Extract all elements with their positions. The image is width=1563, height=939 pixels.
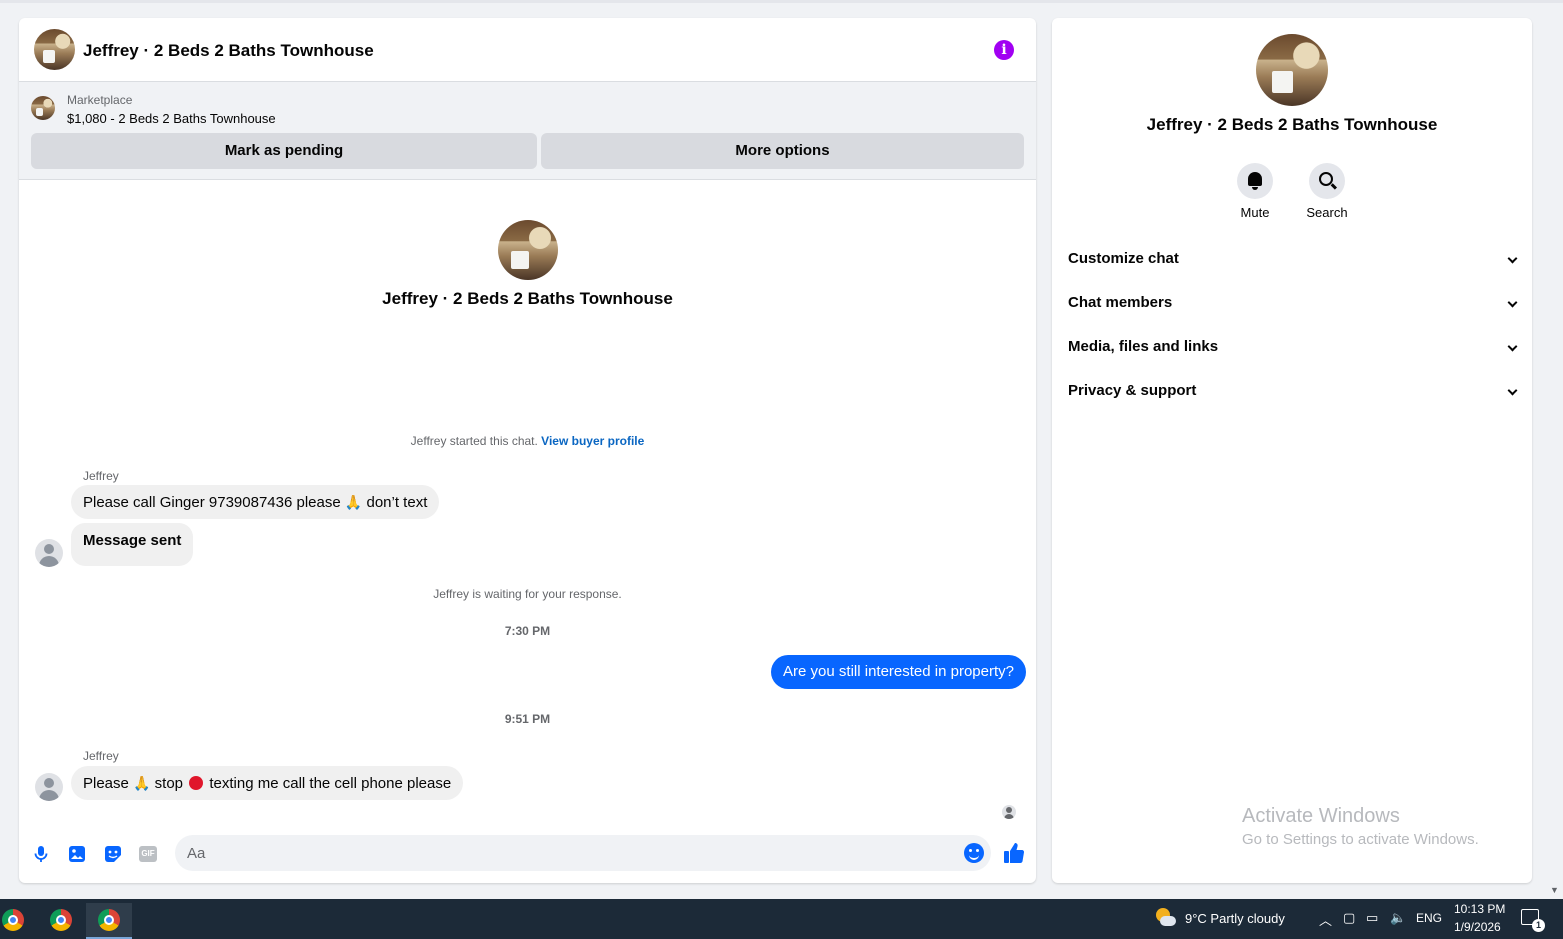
view-buyer-profile-link[interactable]: View buyer profile <box>541 434 644 448</box>
message-composer: GIF <box>19 828 1036 878</box>
chat-header: Jeffrey · 2 Beds 2 Baths Townhouse i <box>19 18 1036 82</box>
chevron-down-icon <box>1507 385 1518 396</box>
thumbs-up-icon[interactable] <box>1002 841 1026 865</box>
top-border <box>0 0 1563 3</box>
mute-button[interactable]: Mute <box>1215 163 1295 220</box>
message-bubble[interactable]: Please call Ginger 9739087436 please 🙏 d… <box>71 485 440 519</box>
weather-text[interactable]: 9°C Partly cloudy <box>1185 911 1285 926</box>
sticker-icon[interactable] <box>103 844 123 864</box>
listing-price-title[interactable]: $1,080 - 2 Beds 2 Baths Townhouse <box>67 111 276 126</box>
sender-avatar[interactable] <box>35 539 63 567</box>
search-label: Search <box>1306 205 1348 220</box>
section-label: Chat members <box>1068 294 1173 311</box>
scroll-down-arrow-icon[interactable]: ▼ <box>1550 885 1559 895</box>
message-bubble-message-sent[interactable]: Message sent <box>71 523 194 566</box>
language-indicator[interactable]: ENG <box>1416 911 1442 925</box>
message-text: texting me call the cell phone please <box>209 775 452 792</box>
folded-hands-emoji: 🙏 <box>344 494 363 510</box>
chat-info-avatar <box>1256 34 1328 106</box>
timestamp: 9:51 PM <box>504 712 551 726</box>
search-circle <box>1309 163 1345 199</box>
windows-taskbar: 9°C Partly cloudy ︿ ▢ ▭ 🔈 ENG 10:13 PM 1… <box>0 899 1563 939</box>
chat-info-panel: Jeffrey · 2 Beds 2 Baths Townhouse Mute … <box>1052 18 1532 883</box>
section-customize-chat[interactable]: Customize chat <box>1068 247 1518 271</box>
stop-sign-emoji <box>189 776 204 790</box>
sender-name: Jeffrey <box>83 469 119 483</box>
chat-started-text: Jeffrey started this chat. <box>410 434 538 448</box>
chrome-icon <box>50 909 72 931</box>
chevron-down-icon <box>1507 253 1518 264</box>
volume-icon[interactable]: 🔈 <box>1390 910 1406 926</box>
profile-name: Jeffrey · 2 Beds 2 Baths Townhouse <box>382 289 673 308</box>
message-input[interactable] <box>175 835 991 871</box>
activate-windows-watermark-subtitle: Go to Settings to activate Windows. <box>1242 831 1479 848</box>
network-icon[interactable]: ▭ <box>1366 910 1378 926</box>
marketplace-bar: Marketplace $1,080 - 2 Beds 2 Baths Town… <box>19 82 1036 180</box>
image-icon[interactable] <box>67 844 87 864</box>
message-text: stop <box>154 775 184 792</box>
clock-date[interactable]: 1/9/2026 <box>1454 920 1501 934</box>
emoji-icon[interactable] <box>964 843 984 863</box>
message-bubble[interactable]: Please 🙏 stop texting me call the cell p… <box>71 766 464 800</box>
microphone-icon[interactable] <box>31 844 51 864</box>
taskbar-chrome-profile-app[interactable] <box>38 903 84 939</box>
section-chat-members[interactable]: Chat members <box>1068 291 1518 315</box>
section-privacy-support[interactable]: Privacy & support <box>1068 379 1518 403</box>
mute-circle <box>1237 163 1273 199</box>
section-label: Customize chat <box>1068 250 1179 267</box>
timestamp: 7:30 PM <box>504 624 551 638</box>
chrome-icon <box>2 909 24 931</box>
chevron-down-icon <box>1507 341 1518 352</box>
taskbar-chrome-active-app[interactable] <box>86 903 132 939</box>
info-icon[interactable]: i <box>994 40 1014 60</box>
meet-now-icon[interactable]: ▢ <box>1343 910 1355 926</box>
search-button[interactable]: Search <box>1287 163 1367 220</box>
message-text: don’t text <box>366 494 428 511</box>
gif-icon[interactable]: GIF <box>139 844 159 864</box>
sender-avatar[interactable] <box>35 773 63 801</box>
message-text: Please <box>83 775 129 792</box>
chat-panel: Jeffrey · 2 Beds 2 Baths Townhouse i Mar… <box>19 18 1036 883</box>
bell-icon <box>1248 172 1262 190</box>
chat-started-notice: Jeffrey started this chat. View buyer pr… <box>19 434 1036 448</box>
taskbar-chrome-app[interactable] <box>0 903 36 939</box>
marketplace-listing-thumbnail[interactable] <box>31 96 55 120</box>
chevron-down-icon <box>1507 297 1518 308</box>
chat-info-title: Jeffrey · 2 Beds 2 Baths Townhouse <box>1146 115 1438 134</box>
message-text: Please call Ginger 9739087436 please <box>83 494 341 511</box>
listing-avatar[interactable] <box>34 29 75 70</box>
show-hidden-icons-chevron-icon[interactable]: ︿ <box>1319 910 1332 929</box>
chrome-icon <box>98 909 120 931</box>
activate-windows-watermark-title: Activate Windows <box>1242 805 1400 827</box>
chat-title[interactable]: Jeffrey · 2 Beds 2 Baths Townhouse <box>83 41 374 61</box>
gif-label: GIF <box>139 846 157 862</box>
waiting-status: Jeffrey is waiting for your response. <box>433 587 622 601</box>
mute-label: Mute <box>1240 205 1270 220</box>
marketplace-label: Marketplace <box>67 93 133 107</box>
notification-count-badge: 1 <box>1532 919 1545 932</box>
section-label: Privacy & support <box>1068 382 1197 399</box>
section-label: Media, files and links <box>1068 338 1219 355</box>
more-options-button[interactable]: More options <box>541 133 1024 169</box>
profile-avatar <box>498 220 558 280</box>
section-media-files-links[interactable]: Media, files and links <box>1068 335 1518 359</box>
mark-as-pending-button[interactable]: Mark as pending <box>31 133 537 169</box>
sender-name: Jeffrey <box>83 749 119 763</box>
weather-partly-cloudy-icon[interactable] <box>1154 908 1176 928</box>
clock-time[interactable]: 10:13 PM <box>1454 902 1505 916</box>
outgoing-message-bubble[interactable]: Are you still interested in property? <box>771 655 1026 689</box>
seen-indicator-avatar <box>1002 805 1016 819</box>
folded-hands-emoji: 🙏 <box>133 775 151 791</box>
search-icon <box>1319 172 1333 186</box>
